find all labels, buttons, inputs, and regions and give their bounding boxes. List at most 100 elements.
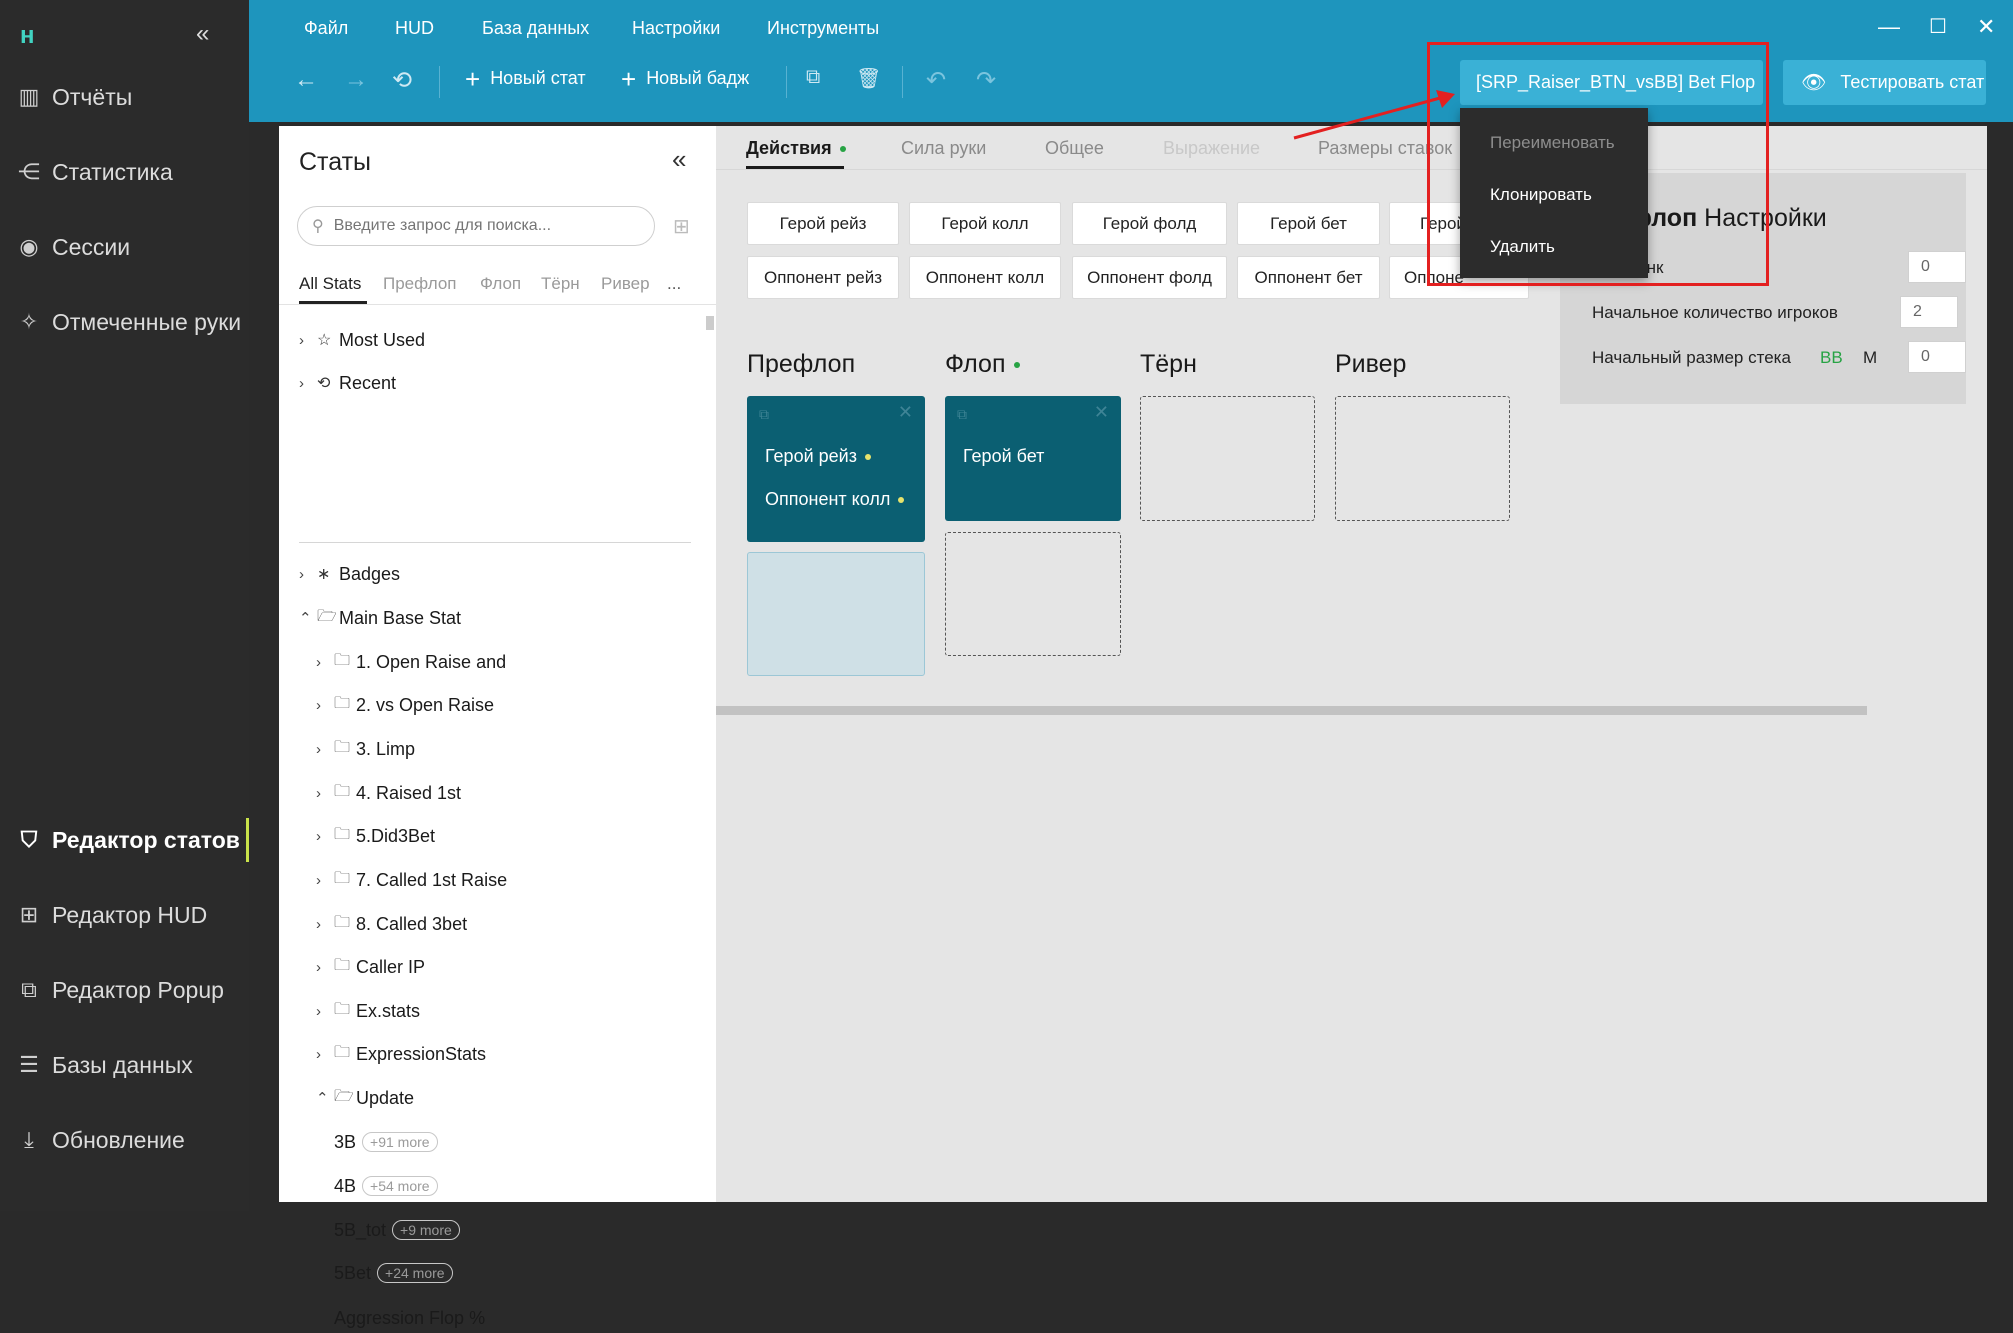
tree-folder[interactable]: › 🗀 3. Limp <box>316 734 415 764</box>
flop-drop-slot[interactable] <box>945 532 1121 656</box>
horizontal-scrollbar[interactable] <box>716 706 1867 715</box>
menu-file[interactable]: Файл <box>304 18 348 39</box>
tree-folder[interactable]: › 🗀 1. Open Raise and <box>316 647 506 677</box>
maximize-icon[interactable]: ☐ <box>1929 14 1947 39</box>
action-opponent-call[interactable]: Оппонент колл <box>909 256 1061 299</box>
tree-folder[interactable]: › 🗀 5.Did3Bet <box>316 821 435 851</box>
back-arrow-icon[interactable]: ← <box>294 66 318 94</box>
forward-arrow-icon[interactable]: → <box>344 66 368 94</box>
bb-toggle[interactable]: BB <box>1820 348 1843 368</box>
tab-all-stats[interactable]: All Stats <box>299 274 361 294</box>
nav-item-hud-editor[interactable]: ⊞ Редактор HUD <box>0 887 249 943</box>
tree-folder[interactable]: › 🗀 Caller IP <box>316 952 425 982</box>
layout-icon: ⊞ <box>19 902 39 927</box>
action-hero-bet[interactable]: Герой бет <box>1237 202 1380 245</box>
menu-settings[interactable]: Настройки <box>632 18 720 39</box>
folder-open-icon: 🗁 <box>334 1087 354 1105</box>
tree-item[interactable]: › ⟲ Recent <box>299 368 396 398</box>
players-input[interactable]: 2 <box>1900 296 1958 328</box>
menu-database[interactable]: База данных <box>482 18 589 39</box>
more-badge[interactable]: +91 more <box>362 1132 438 1152</box>
flop-action-card[interactable]: ⧉ ✕ Герой бет <box>945 396 1121 521</box>
chevrons-left-icon[interactable]: « <box>672 144 686 175</box>
action-opponent-bet[interactable]: Оппонент бет <box>1237 256 1380 299</box>
copy-icon[interactable]: ⧉ <box>759 406 769 423</box>
more-badge[interactable]: +24 more <box>377 1263 453 1283</box>
menu-hud[interactable]: HUD <box>395 18 434 39</box>
nav-item-sessions[interactable]: ◉ Сессии <box>0 219 249 275</box>
redo-icon[interactable]: ↷ <box>976 66 996 95</box>
stat-leaf[interactable]: Aggression Flop % <box>334 1303 485 1333</box>
action-opponent-raise[interactable]: Оппонент рейз <box>747 256 899 299</box>
minimize-icon[interactable]: — <box>1878 14 1900 40</box>
action-hero-raise[interactable]: Герой рейз <box>747 202 899 245</box>
history-icon[interactable]: ⟲ <box>392 66 412 95</box>
tab-general[interactable]: Общее <box>1045 138 1104 159</box>
add-folder-icon[interactable]: ⊞ <box>673 214 690 239</box>
stats-search-input[interactable] <box>331 216 622 236</box>
close-window-icon[interactable]: ✕ <box>1977 14 1995 40</box>
street-preflop-title: Префлоп <box>747 350 856 378</box>
tree-folder[interactable]: › 🗀 2. vs Open Raise <box>316 690 494 720</box>
more-badge[interactable]: +9 more <box>392 1220 460 1240</box>
nav-item-update[interactable]: ⤓ Обновление <box>0 1112 249 1168</box>
stat-leaf[interactable]: 4B +54 more <box>334 1171 438 1201</box>
copy-icon: ⧉ <box>21 977 37 1002</box>
more-badge[interactable]: +54 more <box>362 1176 438 1196</box>
tab-expression[interactable]: Выражение <box>1163 138 1260 159</box>
tree-folder[interactable]: ⌃ 🗁 Update <box>316 1083 414 1113</box>
preflop-drop-slot[interactable] <box>747 552 925 676</box>
tree-folder[interactable]: › 🗀 ExpressionStats <box>316 1039 486 1069</box>
new-badge-button[interactable]: + Новый бадж <box>621 66 749 92</box>
tree-item[interactable]: › ∗ Badges <box>299 559 400 589</box>
pot-input[interactable]: 0 <box>1908 251 1966 283</box>
close-icon[interactable]: ✕ <box>1094 402 1109 423</box>
tab-actions[interactable]: Действия <box>746 138 846 159</box>
scrollbar[interactable] <box>706 316 714 330</box>
trash-icon[interactable]: 🗑 <box>856 66 881 91</box>
action-opponent-fold[interactable]: Оппонент фолд <box>1072 256 1227 299</box>
action-hero-fold[interactable]: Герой фолд <box>1072 202 1227 245</box>
tree-folder[interactable]: › 🗀 4. Raised 1st <box>316 778 461 808</box>
stats-search[interactable]: ⚲ <box>297 206 655 246</box>
river-drop-slot[interactable] <box>1335 396 1510 521</box>
m-toggle[interactable]: M <box>1863 348 1877 368</box>
folder-open-icon: 🗁 <box>317 607 337 625</box>
chevron-right-icon: › <box>316 653 321 671</box>
tab-more[interactable]: ... <box>667 274 681 294</box>
tree-item[interactable]: ⌃ 🗁 Main Base Stat <box>299 603 461 633</box>
nav-item-stat-editor[interactable]: ⛉ Редактор статов <box>0 812 249 868</box>
menu-tools[interactable]: Инструменты <box>767 18 879 39</box>
tab-flop[interactable]: Флоп <box>480 274 521 294</box>
preflop-action-card[interactable]: ⧉ ✕ Герой рейз Оппонент колл <box>747 396 925 542</box>
stat-leaf[interactable]: 5B_tot +9 more <box>334 1215 460 1245</box>
copy-icon[interactable]: ⧉ <box>806 66 820 89</box>
nav-item-reports[interactable]: ▥ Отчёты <box>0 69 249 125</box>
tree-folder[interactable]: › 🗀 7. Called 1st Raise <box>316 865 507 895</box>
undo-icon[interactable]: ↶ <box>926 66 946 95</box>
tab-preflop[interactable]: Префлоп <box>383 274 457 294</box>
test-stat-button[interactable]: 👁 Тестировать стат <box>1783 60 1986 105</box>
status-dot <box>1013 362 1020 369</box>
stat-leaf[interactable]: 3B +91 more <box>334 1127 438 1157</box>
nav-item-marked-hands[interactable]: ✧ Отмеченные руки <box>0 294 249 350</box>
close-icon[interactable]: ✕ <box>898 402 913 423</box>
copy-icon[interactable]: ⧉ <box>957 406 967 423</box>
tab-turn[interactable]: Тёрн <box>541 274 580 294</box>
stat-leaf[interactable]: 5Bet +24 more <box>334 1258 453 1288</box>
history-icon: ⟲ <box>317 375 331 392</box>
tab-hand-strength[interactable]: Сила руки <box>901 138 986 159</box>
stack-input[interactable]: 0 <box>1908 341 1966 373</box>
tree-item[interactable]: › ☆ Most Used <box>299 325 425 355</box>
tab-river[interactable]: Ривер <box>601 274 650 294</box>
turn-drop-slot[interactable] <box>1140 396 1315 521</box>
chevrons-left-icon[interactable]: « <box>196 20 209 48</box>
nav-item-popup-editor[interactable]: ⧉ Редактор Popup <box>0 962 249 1018</box>
tree-folder[interactable]: › 🗀 Ex.stats <box>316 996 420 1026</box>
action-hero-call[interactable]: Герой колл <box>909 202 1061 245</box>
nav-item-statistics[interactable]: ⋲ Статистика <box>0 144 249 200</box>
new-stat-button[interactable]: + Новый стат <box>465 66 586 92</box>
folder-icon: 🗀 <box>334 694 351 712</box>
tree-folder[interactable]: › 🗀 8. Called 3bet <box>316 909 467 939</box>
nav-item-databases[interactable]: ☰ Базы данных <box>0 1037 249 1093</box>
